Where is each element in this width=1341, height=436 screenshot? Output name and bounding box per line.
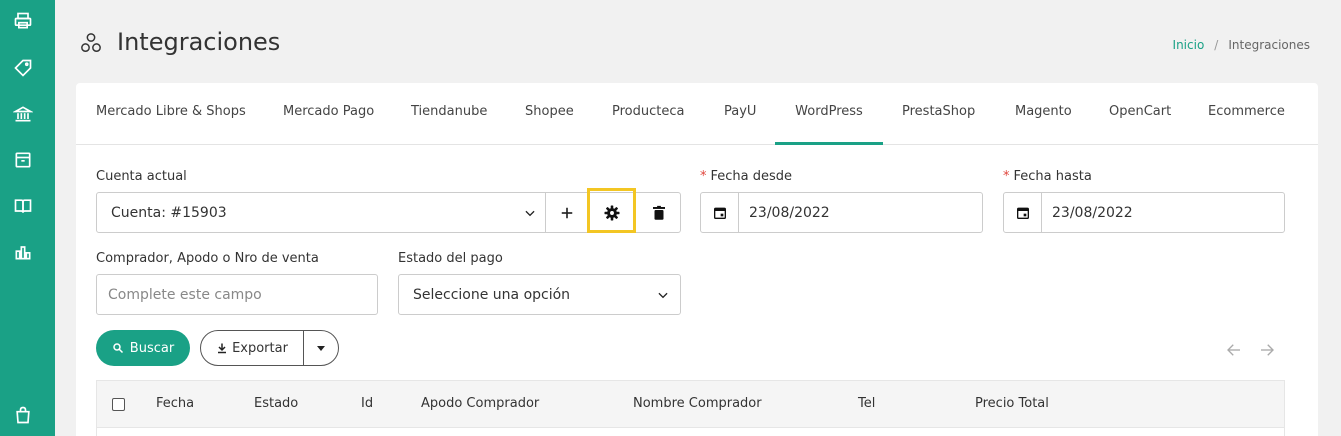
date-to-value: 23/08/2022	[1052, 204, 1133, 221]
date-to-label-text: Fecha hasta	[1013, 169, 1092, 184]
breadcrumb-separator: /	[1214, 38, 1219, 52]
date-from-field[interactable]: 23/08/2022	[700, 192, 983, 233]
download-icon	[218, 343, 227, 354]
calendar-icon	[1004, 193, 1042, 232]
account-label: Cuenta actual	[96, 169, 187, 184]
arrow-left-icon[interactable]	[1225, 341, 1243, 359]
date-to-field[interactable]: 23/08/2022	[1003, 192, 1285, 233]
export-button-label: Exportar	[232, 340, 288, 356]
tab-producteca[interactable]: Producteca	[612, 83, 684, 145]
column-header-nombre-comprador[interactable]: Nombre Comprador	[633, 396, 762, 411]
tab-magento[interactable]: Magento	[1015, 83, 1072, 145]
table-header: Fecha Estado Id Apodo Comprador Nombre C…	[96, 380, 1285, 428]
required-mark: *	[1003, 169, 1010, 184]
tab-mercado-pago[interactable]: Mercado Pago	[283, 83, 374, 145]
integration-tabs: Mercado Libre & Shops Mercado Pago Tiend…	[76, 83, 1318, 145]
integrations-icon	[80, 32, 102, 54]
tab-payu[interactable]: PayU	[724, 83, 756, 145]
date-from-label-text: Fecha desde	[710, 169, 793, 184]
book-icon[interactable]	[12, 195, 34, 217]
export-button-group: Exportar	[200, 330, 339, 366]
box-icon[interactable]	[12, 149, 34, 171]
payment-status-value: Seleccione una opción	[413, 286, 571, 303]
table-body	[96, 428, 1285, 436]
shopping-bag-icon[interactable]	[12, 404, 34, 426]
account-select-value: Cuenta: #15903	[111, 204, 227, 221]
caret-down-icon	[317, 346, 325, 351]
select-all-checkbox[interactable]	[112, 398, 125, 411]
column-header-precio-total[interactable]: Precio Total	[975, 396, 1049, 411]
payment-status-select[interactable]: Seleccione una opción	[398, 274, 681, 315]
sidebar	[0, 0, 55, 436]
chevron-down-icon	[656, 288, 670, 302]
search-button-label: Buscar	[129, 340, 175, 356]
breadcrumb-home-link[interactable]: Inicio	[1173, 38, 1205, 52]
trash-icon	[652, 205, 665, 220]
column-header-tel[interactable]: Tel	[858, 396, 875, 411]
breadcrumb: Inicio / Integraciones	[1173, 38, 1310, 52]
settings-highlight	[587, 188, 636, 233]
buyer-search-input[interactable]: Complete este campo	[96, 274, 378, 315]
tab-opencart[interactable]: OpenCart	[1109, 83, 1171, 145]
column-header-apodo-comprador[interactable]: Apodo Comprador	[421, 396, 539, 411]
search-button[interactable]: Buscar	[96, 330, 190, 366]
account-select[interactable]: Cuenta: #15903	[97, 193, 547, 232]
date-to-label: * Fecha hasta	[1003, 169, 1092, 184]
date-from-label: * Fecha desde	[700, 169, 792, 184]
export-button[interactable]: Exportar	[201, 331, 304, 365]
delete-account-button[interactable]	[637, 192, 680, 233]
search-icon	[113, 343, 123, 354]
breadcrumb-current: Integraciones	[1228, 38, 1310, 52]
integrations-card: Mercado Libre & Shops Mercado Pago Tiend…	[76, 83, 1318, 436]
tab-mercado-libre-shops[interactable]: Mercado Libre & Shops	[96, 83, 246, 145]
printer-icon[interactable]	[12, 10, 34, 32]
page-title: Integraciones	[117, 28, 281, 56]
bar-chart-icon[interactable]	[12, 241, 34, 263]
buyer-label: Comprador, Apodo o Nro de venta	[96, 251, 319, 266]
plus-icon	[561, 207, 573, 218]
column-header-fecha[interactable]: Fecha	[156, 396, 194, 411]
required-mark: *	[700, 169, 707, 184]
tab-shopee[interactable]: Shopee	[525, 83, 574, 145]
tab-prestashop[interactable]: PrestaShop	[902, 83, 975, 145]
column-header-estado[interactable]: Estado	[254, 396, 298, 411]
date-from-value: 23/08/2022	[749, 204, 830, 221]
add-account-button[interactable]	[546, 192, 588, 233]
export-dropdown-toggle[interactable]	[304, 331, 338, 365]
tab-wordpress[interactable]: WordPress	[775, 83, 883, 145]
tab-ecommerce[interactable]: Ecommerce	[1208, 83, 1285, 145]
bank-icon[interactable]	[12, 103, 34, 125]
arrow-right-icon[interactable]	[1258, 341, 1276, 359]
calendar-icon	[701, 193, 739, 232]
payment-status-label: Estado del pago	[398, 251, 503, 266]
tab-tiendanube[interactable]: Tiendanube	[411, 83, 487, 145]
tag-icon[interactable]	[12, 57, 34, 79]
chevron-down-icon	[523, 206, 537, 220]
buyer-placeholder: Complete este campo	[108, 286, 262, 303]
column-header-id[interactable]: Id	[361, 396, 373, 411]
